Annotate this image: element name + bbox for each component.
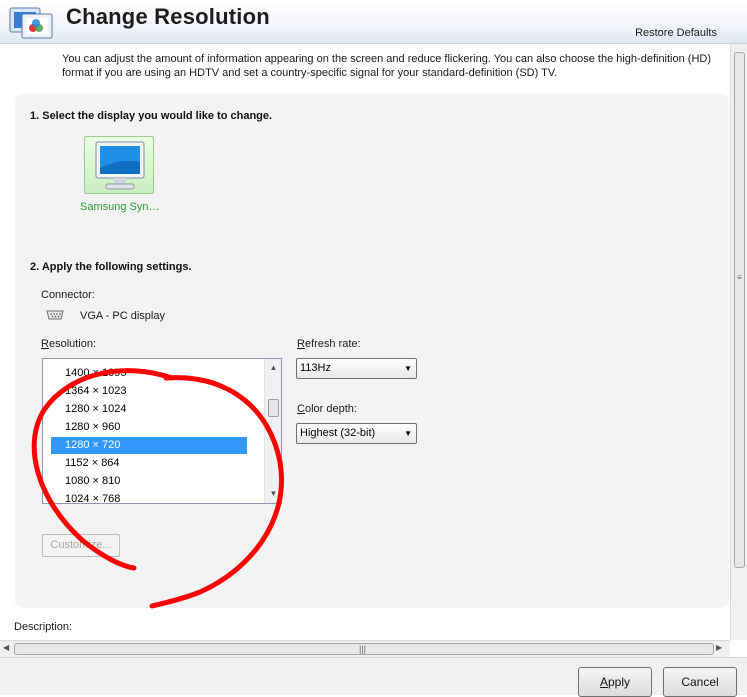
refresh-rate-select[interactable]: 113Hz ▼ — [296, 358, 417, 379]
page-scroll-thumb[interactable]: ≡ — [734, 52, 745, 568]
grip-icon: ≡ — [737, 273, 742, 282]
monitor-icon — [95, 141, 145, 190]
horizontal-scroll-thumb[interactable]: ||| — [14, 643, 714, 655]
header: Change Resolution Restore Defaults — [0, 0, 747, 44]
vga-connector-icon — [46, 310, 64, 320]
resolution-option[interactable]: 1280 × 960 — [51, 419, 247, 436]
resolution-option[interactable]: 1080 × 810 — [51, 473, 247, 490]
color-depth-label: Color depth: — [297, 403, 357, 415]
color-depth-select[interactable]: Highest (32-bit) ▼ — [296, 423, 417, 444]
display-tile[interactable] — [84, 136, 154, 194]
resolution-label: Resolution: — [41, 338, 97, 350]
refresh-rate-label: Refresh rate: — [297, 338, 361, 350]
resolution-option[interactable]: 1024 × 768 — [51, 491, 247, 503]
page-title: Change Resolution — [66, 4, 270, 29]
connector-label: Connector: — [41, 289, 95, 301]
restore-defaults-link[interactable]: Restore Defaults — [635, 27, 717, 39]
apply-button[interactable]: Apply — [578, 667, 652, 697]
scroll-right-icon[interactable]: ▶ — [716, 643, 722, 652]
section1-title: 1. Select the display you would like to … — [30, 110, 273, 122]
resolution-option[interactable]: 1400 × 1095 — [51, 365, 247, 382]
scroll-up-icon[interactable]: ▲ — [267, 361, 280, 374]
description-label: Description: — [14, 621, 73, 633]
chevron-down-icon: ▼ — [404, 429, 412, 438]
scroll-down-icon[interactable]: ▼ — [267, 487, 280, 500]
section2-title: 2. Apply the following settings. — [30, 261, 192, 273]
resolution-option[interactable]: 1152 × 864 — [51, 455, 247, 472]
connector-value: VGA - PC display — [80, 310, 165, 322]
chevron-down-icon: ▼ — [404, 364, 412, 373]
page-horizontal-scrollbar[interactable]: ◀ ||| ▶ — [0, 640, 730, 657]
resolution-listbox[interactable]: 1400 × 1095 1364 × 1023 1280 × 1024 1280… — [42, 358, 282, 504]
resolution-option-selected[interactable]: 1280 × 720 — [51, 437, 247, 454]
grip-icon: ||| — [359, 644, 367, 654]
scroll-left-icon[interactable]: ◀ — [3, 643, 9, 652]
page-vertical-scrollbar[interactable]: ≡ — [730, 44, 747, 640]
cancel-button[interactable]: Cancel — [663, 667, 737, 697]
resolution-option[interactable]: 1364 × 1023 — [51, 383, 247, 400]
footer-bar: Apply Cancel — [0, 657, 747, 697]
refresh-rate-value: 113Hz — [300, 362, 331, 374]
intro-text: You can adjust the amount of information… — [62, 53, 712, 79]
resolution-scrollbar[interactable]: ▲ ▼ — [264, 359, 281, 503]
display-settings-icon — [9, 7, 53, 39]
color-depth-value: Highest (32-bit) — [300, 427, 376, 439]
scroll-thumb[interactable] — [268, 399, 279, 417]
customize-button[interactable]: Customize... — [42, 534, 120, 557]
display-name[interactable]: Samsung Syn… — [80, 201, 159, 213]
resolution-option[interactable]: 1280 × 1024 — [51, 401, 247, 418]
